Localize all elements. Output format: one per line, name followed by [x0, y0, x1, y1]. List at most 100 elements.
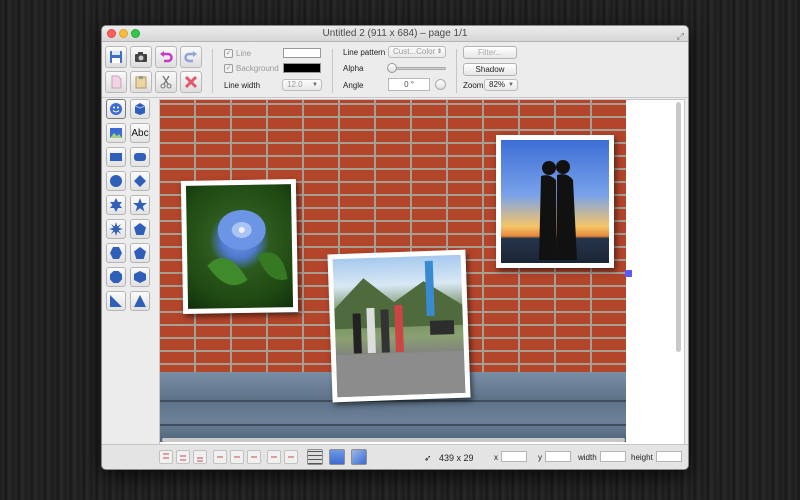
rectangle-tool[interactable] [106, 147, 126, 167]
background-color-swatch[interactable] [283, 63, 321, 73]
x-label: x [494, 453, 498, 462]
star-6-tool[interactable] [106, 195, 126, 215]
window-title: Untitled 2 (911 x 684) – page 1/1 [322, 28, 468, 39]
pentagon-alt-tool[interactable] [130, 243, 150, 263]
vertical-scrollbar[interactable] [676, 102, 681, 352]
group-mountain-photo[interactable] [327, 249, 471, 403]
align-bottom-button[interactable] [193, 450, 207, 464]
brick-wall-canvas[interactable] [160, 100, 626, 442]
undo-icon [160, 51, 173, 63]
diamond-icon [134, 175, 146, 187]
snapshot-button[interactable] [130, 46, 152, 68]
app-window: Untitled 2 (911 x 684) – page 1/1 ⤢ ✓ Li… [101, 25, 689, 470]
layers-icon[interactable] [351, 449, 367, 465]
triangle-icon [134, 295, 146, 307]
horizontal-scrollbar[interactable] [162, 438, 625, 442]
width-label: width [578, 453, 597, 462]
triangle-tool[interactable] [130, 291, 150, 311]
cursor-position: 439 x 29 [439, 453, 474, 463]
align-top-button[interactable] [159, 450, 173, 464]
angle-dial[interactable] [435, 79, 446, 90]
smiley-icon [110, 103, 122, 115]
toolbar-separator [456, 49, 457, 93]
smiley-tool[interactable] [106, 99, 126, 119]
octagon-icon [110, 271, 122, 283]
cut-button[interactable] [155, 71, 177, 93]
hexagon-alt-tool[interactable] [130, 267, 150, 287]
filter-button[interactable]: Filter... [463, 46, 517, 59]
shapes-panel: Abc [102, 99, 157, 441]
background-checkbox[interactable]: ✓ [224, 64, 233, 73]
grid-icon[interactable] [307, 449, 323, 465]
selection-handle[interactable] [625, 270, 632, 277]
align-right-button[interactable] [247, 450, 261, 464]
kissing-couple-sunset-photo[interactable] [496, 135, 614, 268]
save-button[interactable] [105, 46, 127, 68]
paste-button[interactable] [130, 71, 152, 93]
alpha-slider-track[interactable] [390, 67, 446, 70]
line-pattern-select[interactable]: Cust...Color ⇕ [388, 46, 446, 58]
line-width-select[interactable]: 12.0 ▼ [282, 79, 322, 91]
redo-icon [184, 51, 197, 63]
canvas-area[interactable] [159, 99, 685, 446]
right-triangle-tool[interactable] [106, 291, 126, 311]
line-color-swatch[interactable] [283, 48, 321, 58]
angle-label: Angle [343, 81, 364, 90]
shadow-button[interactable]: Shadow [463, 63, 517, 76]
minimize-window-button[interactable] [119, 29, 128, 38]
star-5-tool[interactable] [130, 195, 150, 215]
image-tool[interactable] [106, 123, 126, 143]
alpha-slider-knob[interactable] [387, 63, 397, 73]
height-field[interactable] [656, 451, 682, 462]
close-window-button[interactable] [107, 29, 116, 38]
text-tool[interactable]: Abc [130, 123, 150, 143]
line-label: Line [236, 49, 252, 58]
toolbar: ✓ Line ✓ Background Line width 12.0 ▼ Li… [102, 43, 688, 98]
delete-button[interactable] [180, 71, 202, 93]
width-field[interactable] [600, 451, 626, 462]
hexagon-tool[interactable] [106, 243, 126, 263]
new-document-icon [111, 75, 122, 89]
page-view-icon[interactable] [329, 449, 345, 465]
image-icon [110, 128, 122, 138]
hexagon-alt-icon [134, 271, 146, 283]
distribute-horizontal-button[interactable] [284, 450, 298, 464]
title-bar: Untitled 2 (911 x 684) – page 1/1 ⤢ [102, 26, 688, 42]
zoom-value: 82% [489, 80, 506, 89]
octagon-tool[interactable] [106, 267, 126, 287]
stone-joint [160, 424, 626, 426]
star-8-tool[interactable] [106, 219, 126, 239]
rounded-rectangle-tool[interactable] [130, 147, 150, 167]
pentagon-alt-icon [134, 247, 146, 259]
star-8-icon [109, 222, 123, 236]
align-center-button[interactable] [230, 450, 244, 464]
height-label: height [631, 453, 653, 462]
cursor-arrow-icon: ➶ [424, 453, 432, 463]
distribute-vertical-button[interactable] [267, 450, 281, 464]
zoom-window-button[interactable] [131, 29, 140, 38]
x-field[interactable] [501, 451, 527, 462]
line-checkbox[interactable]: ✓ [224, 49, 233, 58]
align-left-button[interactable] [213, 450, 227, 464]
angle-field[interactable]: 0 ° [388, 78, 430, 91]
align-middle-button[interactable] [176, 450, 190, 464]
line-width-label: Line width [224, 81, 261, 90]
chevron-updown-icon: ⇕ [436, 49, 442, 55]
star-6-icon [110, 198, 122, 212]
y-field[interactable] [545, 451, 571, 462]
undo-button[interactable] [155, 46, 177, 68]
fullscreen-icon[interactable]: ⤢ [677, 28, 684, 44]
flower-photo[interactable] [180, 179, 299, 314]
new-document-button[interactable] [105, 71, 127, 93]
redo-button[interactable] [180, 46, 202, 68]
star-5-icon [133, 198, 147, 212]
pentagon-icon [134, 223, 146, 235]
pentagon-tool[interactable] [130, 219, 150, 239]
box-3d-tool[interactable] [130, 99, 150, 119]
zoom-select[interactable]: 82% ▼ [484, 79, 518, 91]
stone-joint [160, 400, 626, 402]
box-3d-icon [134, 103, 146, 115]
diamond-tool[interactable] [130, 171, 150, 191]
circle-tool[interactable] [106, 171, 126, 191]
status-bar: ➶ 439 x 29 x y width height [102, 444, 688, 469]
